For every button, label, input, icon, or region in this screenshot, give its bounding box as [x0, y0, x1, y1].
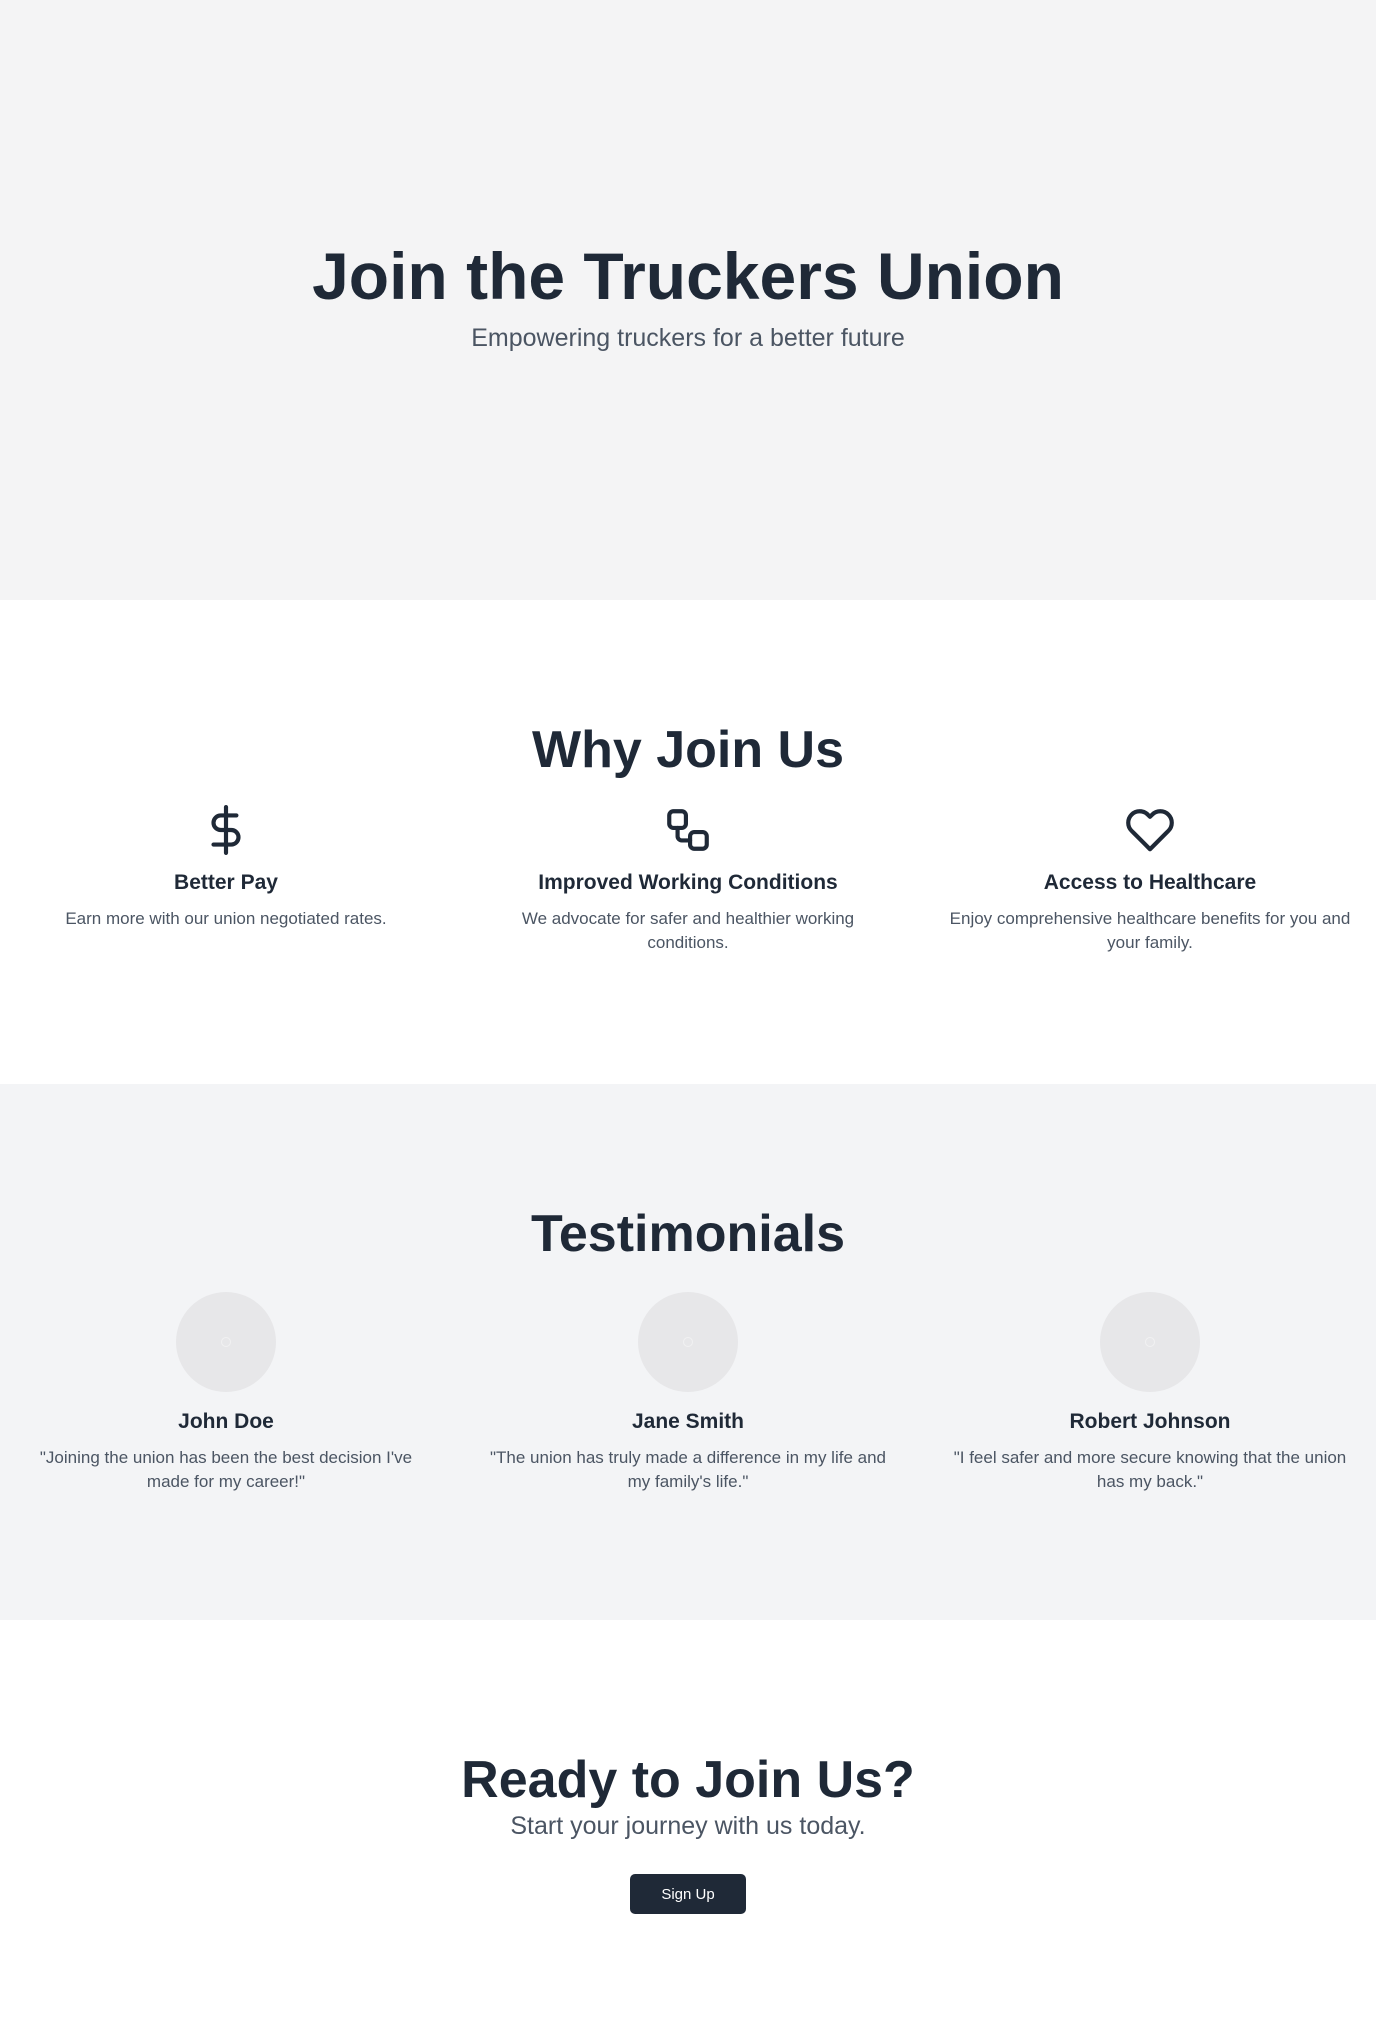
- heart-icon: [1126, 809, 1174, 852]
- feature-title: Improved Working Conditions: [538, 871, 838, 894]
- hero-title: Join the Truckers Union: [312, 239, 1064, 313]
- sign-up-button[interactable]: Sign Up: [630, 1874, 746, 1914]
- linked-squares-icon: [667, 809, 709, 851]
- feature-description: Earn more with our union negotiated rate…: [65, 909, 387, 928]
- avatar: [1100, 1292, 1200, 1392]
- avatar: [638, 1292, 738, 1392]
- feature-description: Enjoy comprehensive healthcare benefits …: [949, 909, 1351, 952]
- feature-card: Improved Working Conditions We advocate …: [474, 805, 902, 955]
- dollar-sign-icon: [211, 805, 241, 855]
- testimonials-title: Testimonials: [530, 1205, 845, 1263]
- testimonial-name: Jane Smith: [631, 1410, 745, 1433]
- cta-section: Ready to Join Us? Start your journey wit…: [0, 1620, 1376, 2044]
- features-list: Better Pay Earn more with our union nego…: [0, 805, 1376, 955]
- cta-title: Ready to Join Us?: [461, 1751, 915, 1809]
- features-title: Why Join Us: [531, 721, 845, 779]
- testimonial-card: Jane Smith "The union has truly made a d…: [474, 1292, 902, 1494]
- avatar: [176, 1292, 276, 1392]
- testimonial-quote: "The union has truly made a difference i…: [490, 1448, 886, 1491]
- testimonial-name: John Doe: [178, 1410, 274, 1433]
- feature-card: Access to Healthcare Enjoy comprehensive…: [936, 805, 1364, 955]
- testimonials-list: John Doe "Joining the union has been the…: [0, 1292, 1376, 1494]
- testimonial-card: John Doe "Joining the union has been the…: [12, 1292, 440, 1494]
- hero-subtitle: Empowering truckers for a better future: [471, 324, 905, 352]
- features-section: Why Join Us Better Pay Earn more with ou…: [0, 600, 1376, 1084]
- testimonial-name: Robert Johnson: [1069, 1410, 1231, 1433]
- feature-title: Better Pay: [174, 871, 278, 894]
- feature-title: Access to Healthcare: [1043, 871, 1257, 894]
- feature-description: We advocate for safer and healthier work…: [521, 909, 855, 952]
- testimonial-quote: "I feel safer and more secure knowing th…: [953, 1448, 1347, 1491]
- hero-section: Join the Truckers Union Empowering truck…: [0, 0, 1376, 600]
- feature-card: Better Pay Earn more with our union nego…: [12, 805, 440, 955]
- testimonials-section: Testimonials John Doe "Joining the union…: [0, 1084, 1376, 1620]
- cta-subtitle: Start your journey with us today.: [510, 1812, 866, 1840]
- testimonial-card: Robert Johnson "I feel safer and more se…: [936, 1292, 1364, 1494]
- testimonial-quote: "Joining the union has been the best dec…: [39, 1448, 413, 1491]
